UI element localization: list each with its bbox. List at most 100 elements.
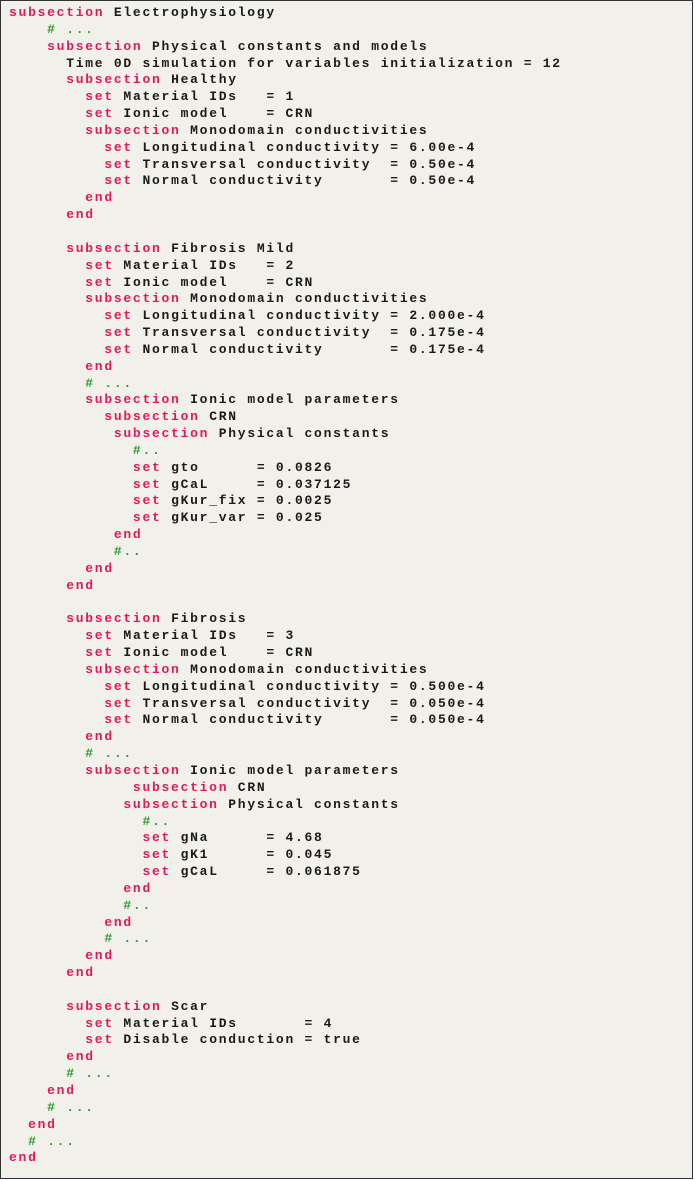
keyword: set — [142, 847, 172, 863]
keyword: subsection — [123, 796, 219, 812]
code-text: Material IDs = 2 — [113, 257, 295, 273]
code-line: subsection Monodomain conductivities — [9, 662, 692, 679]
keyword: subsection — [85, 661, 181, 677]
code-text: gNa = 4.68 — [171, 830, 324, 846]
code-line: end — [9, 915, 692, 932]
code-text: Monodomain conductivities — [180, 122, 429, 138]
code-line: subsection Fibrosis — [9, 611, 692, 628]
code-line: subsection Monodomain conductivities — [9, 123, 692, 140]
code-line: end — [9, 965, 692, 982]
code-line: set gKur_var = 0.025 — [9, 510, 692, 527]
code-line: set gCaL = 0.061875 — [9, 864, 692, 881]
code-line: #.. — [9, 544, 692, 561]
code-text: gto = 0.0826 — [161, 459, 334, 475]
keyword: set — [104, 695, 133, 711]
code-text: Material IDs = 4 — [113, 1015, 334, 1031]
code-text: CRN — [228, 779, 267, 795]
keyword: set — [104, 156, 133, 172]
code-text: Normal conductivity = 0.175e-4 — [132, 341, 486, 357]
keyword: end — [85, 190, 114, 206]
keyword: end — [66, 965, 95, 981]
code-line: set Ionic model = CRN — [9, 106, 692, 123]
keyword: subsection — [47, 38, 143, 54]
code-line: set gKur_fix = 0.0025 — [9, 493, 692, 510]
comment: # ... — [47, 1099, 95, 1115]
keyword: end — [85, 560, 114, 576]
keyword: set — [142, 864, 172, 880]
code-text: Longitudinal conductivity = 0.500e-4 — [132, 678, 486, 694]
code-text: gCaL = 0.061875 — [171, 864, 362, 880]
code-text: Fibrosis — [161, 611, 248, 627]
keyword: subsection — [9, 5, 105, 20]
comment: # ... — [66, 1066, 114, 1082]
keyword: set — [104, 173, 133, 189]
comment: #.. — [113, 544, 143, 559]
code-line: set Transversal conductivity = 0.050e-4 — [9, 696, 692, 713]
code-text: Monodomain conductivities — [180, 661, 429, 677]
keyword: subsection — [85, 392, 181, 408]
code-line: end — [9, 578, 692, 595]
keyword: subsection — [66, 998, 162, 1014]
code-line: set Ionic model = CRN — [9, 645, 692, 662]
keyword: set — [85, 257, 114, 273]
code-text: Time 0D simulation for variables initial… — [66, 55, 562, 71]
code-line: subsection Electrophysiology — [9, 5, 692, 22]
keyword: subsection — [132, 779, 229, 795]
code-line: subsection Monodomain conductivities — [9, 291, 692, 308]
code-text: Physical constants — [209, 426, 391, 442]
code-text: Healthy — [161, 72, 238, 88]
code-text: Normal conductivity = 0.050e-4 — [132, 712, 486, 728]
code-line: set gCaL = 0.037125 — [9, 477, 692, 494]
code-line: Time 0D simulation for variables initial… — [9, 56, 692, 73]
code-line: subsection CRN — [9, 409, 692, 426]
code-line: end — [9, 881, 692, 898]
code-text: gK1 = 0.045 — [171, 847, 334, 863]
code-line: # ... — [9, 376, 692, 393]
code-text: Ionic model parameters — [180, 392, 400, 408]
keyword: end — [85, 358, 114, 374]
comment: #.. — [142, 813, 172, 829]
code-line: set Ionic model = CRN — [9, 275, 692, 292]
comment: # ... — [28, 1133, 76, 1149]
code-line: set Transversal conductivity = 0.50e-4 — [9, 157, 692, 174]
code-line: #.. — [9, 898, 692, 915]
keyword: set — [132, 459, 162, 475]
keyword: set — [104, 341, 133, 357]
comment: # ... — [85, 746, 133, 762]
keyword: end — [66, 577, 95, 593]
code-line: subsection Physical constants — [9, 426, 692, 443]
keyword: set — [85, 274, 114, 290]
keyword: subsection — [66, 611, 162, 627]
keyword: subsection — [66, 72, 162, 88]
code-text: Transversal conductivity = 0.50e-4 — [132, 156, 477, 172]
keyword: set — [85, 645, 114, 661]
code-text: Normal conductivity = 0.50e-4 — [132, 173, 477, 189]
keyword: set — [85, 106, 114, 122]
code-text: gCaL = 0.037125 — [161, 476, 353, 492]
